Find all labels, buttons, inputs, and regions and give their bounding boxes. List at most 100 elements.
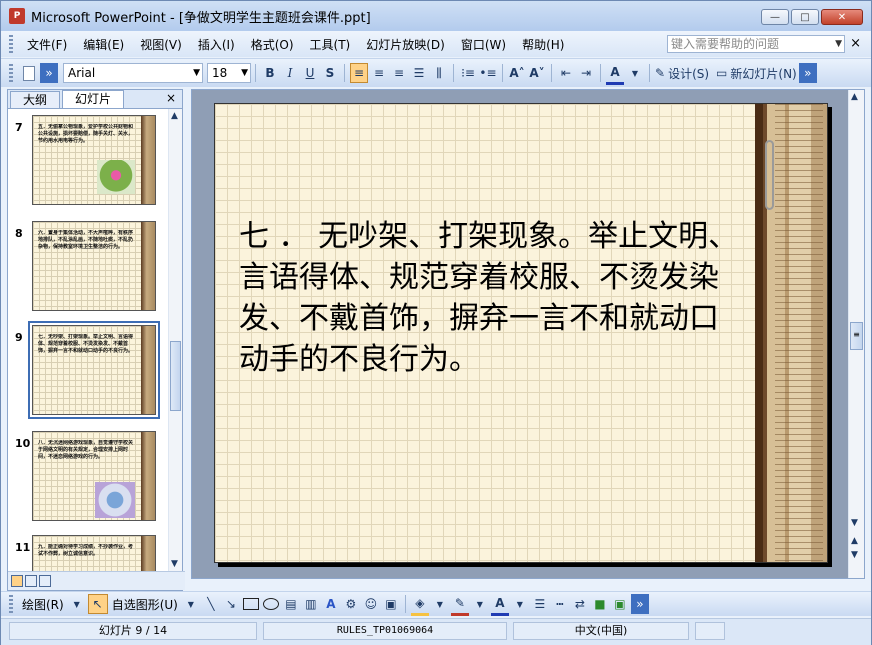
menu-insert[interactable]: 插入(I) (190, 36, 243, 53)
font-name-select[interactable]: Arial ▼ (63, 63, 203, 83)
slide-thumbnail[interactable]: 六．置身于集体活动，不大声喧哗，有秩序地排队，不乱涂乱画，不随地吐痰，不乱扔杂物… (32, 221, 156, 311)
separator (404, 595, 406, 613)
select-pointer-icon[interactable]: ↖ (87, 594, 108, 614)
scrollbar-thumb[interactable]: ≡ (850, 322, 863, 350)
oval-icon[interactable] (262, 594, 280, 614)
decrease-indent-icon[interactable]: ⇤ (557, 63, 575, 83)
menu-file[interactable]: 文件(F) (19, 36, 75, 53)
numbering-icon[interactable]: ⁝≡ (459, 63, 477, 83)
chevron-down-icon[interactable]: ▼ (68, 594, 86, 614)
diagram-icon[interactable]: ⚙ (342, 594, 360, 614)
thumbnail-text: 七．无吵架、打架现象。举止文明、言语得体、规范穿着校服、不烫发染发、不戴首饰，摒… (38, 334, 134, 354)
slide-thumbnail[interactable]: 八．无沉迷网络游戏现象，自觉遵守学校关于网络文明的有关规定，合理安排上网时间，不… (32, 431, 156, 521)
menu-tools[interactable]: 工具(T) (302, 36, 359, 53)
distribute-icon[interactable]: ☰ (410, 63, 428, 83)
menu-slideshow[interactable]: 幻灯片放映(D) (358, 36, 453, 53)
ruler-decoration (141, 326, 155, 414)
design-button[interactable]: ✎ 设计(S) (655, 63, 709, 83)
arrow-style-icon[interactable]: ⇄ (571, 594, 589, 614)
tab-slides[interactable]: 幻灯片 (62, 90, 125, 108)
separator (453, 64, 454, 82)
menu-window[interactable]: 窗口(W) (453, 36, 514, 53)
chevron-down-icon[interactable]: ▼ (182, 594, 200, 614)
picture-icon[interactable]: ▣ (382, 594, 400, 614)
line-icon[interactable]: ╲ (202, 594, 220, 614)
line-style-icon[interactable]: ☰ (531, 594, 549, 614)
italic-button[interactable]: I (281, 63, 299, 83)
thumbnails-scrollbar[interactable]: ▲ ▼ (168, 109, 182, 571)
chevron-down-icon[interactable]: ▼ (471, 594, 489, 614)
arrow-icon[interactable]: ↘ (222, 594, 240, 614)
document-close-button[interactable]: × (850, 36, 861, 51)
font-size-select[interactable]: 18 ▼ (207, 63, 251, 83)
bold-button[interactable]: B (261, 63, 279, 83)
align-center-icon[interactable]: ≡ (370, 63, 388, 83)
line-color-icon[interactable]: ✎ (450, 593, 469, 616)
increase-font-icon[interactable]: A˄ (508, 63, 526, 83)
maximize-button[interactable]: □ (791, 9, 819, 25)
new-slide-button[interactable]: ▭ 新幻灯片(N) (716, 63, 797, 83)
slide-thumbnail[interactable]: 九．能正确对待学习成绩，不抄袭作业，考试不作弊，树立诚信意识。 (32, 535, 156, 571)
next-slide-icon[interactable]: ▼ (851, 550, 858, 560)
align-right-icon[interactable]: ≡ (390, 63, 408, 83)
autoshapes-menu-button[interactable]: 自选图形(U) (112, 596, 178, 613)
vertical-textbox-icon[interactable]: ▥ (302, 594, 320, 614)
scroll-up-icon[interactable]: ▲ (171, 111, 178, 121)
3d-style-icon[interactable]: ▣ (611, 594, 629, 614)
rectangle-icon[interactable] (242, 594, 260, 614)
toolbar-grip (9, 64, 13, 82)
shadow-style-icon[interactable]: ■ (591, 594, 609, 614)
menu-edit[interactable]: 编辑(E) (75, 36, 132, 53)
slide-edit-area: 七 ． 无吵架、打架现象。举止文明、言语得体、规范穿着校服、不烫发染发、不戴首饰… (191, 89, 865, 579)
chevron-down-icon[interactable]: ▼ (835, 36, 842, 52)
slide-thumbnail[interactable]: 五．无偷拿公物现象，爱护学校公共财物和公共设施，损坏要赔偿，随手关灯、关水，节约… (32, 115, 156, 205)
shadow-button[interactable]: S (321, 63, 339, 83)
underline-button[interactable]: U (301, 63, 319, 83)
help-search-input[interactable]: 键入需要帮助的问题 ▼ (667, 35, 845, 53)
slide-scrollbar[interactable]: ▲ ≡ ▼ ▲ ▼ (848, 90, 864, 578)
current-slide[interactable]: 七 ． 无吵架、打架现象。举止文明、言语得体、规范穿着校服、不烫发染发、不戴首饰… (214, 103, 828, 563)
chevron-down-icon[interactable]: ▼ (511, 594, 529, 614)
new-document-icon[interactable] (20, 63, 38, 83)
slideshow-icon[interactable] (39, 575, 51, 587)
font-name-value: Arial (68, 66, 96, 80)
bullets-icon[interactable]: •≡ (479, 63, 497, 83)
dash-style-icon[interactable]: ┅ (551, 594, 569, 614)
chevron-down-icon[interactable]: ▼ (431, 594, 449, 614)
scroll-up-icon[interactable]: ▲ (851, 92, 858, 102)
slide-sorter-icon[interactable] (25, 575, 37, 587)
pane-close-button[interactable]: × (166, 91, 176, 105)
normal-view-icon[interactable] (11, 575, 23, 587)
menu-view[interactable]: 视图(V) (132, 36, 190, 53)
align-left-icon[interactable]: ≡ (350, 63, 368, 83)
font-color-icon[interactable]: A (490, 593, 509, 616)
separator (600, 64, 601, 82)
increase-indent-icon[interactable]: ⇥ (577, 63, 595, 83)
toolbar-options-icon[interactable]: » (630, 594, 649, 614)
textbox-icon[interactable]: ▤ (282, 594, 300, 614)
tech-image (95, 482, 135, 518)
wordart-icon[interactable]: A (322, 594, 340, 614)
minimize-button[interactable]: — (761, 9, 789, 25)
previous-slide-icon[interactable]: ▲ (851, 536, 858, 546)
clipart-icon[interactable]: ☺ (362, 594, 380, 614)
chevron-down-icon[interactable]: ▼ (626, 63, 644, 83)
menu-help[interactable]: 帮助(H) (514, 36, 572, 53)
scrollbar-thumb[interactable] (170, 341, 181, 411)
font-color-icon[interactable]: A (606, 62, 624, 85)
decrease-font-icon[interactable]: A˅ (528, 63, 546, 83)
close-button[interactable]: ✕ (821, 9, 863, 25)
drawing-toolbar: 绘图(R) ▼ ↖ 自选图形(U) ▼ ╲ ↘ ▤ ▥ A ⚙ ☺ ▣ ◈ ▼ … (1, 591, 871, 616)
tab-outline[interactable]: 大纲 (10, 91, 61, 108)
scroll-down-icon[interactable]: ▼ (171, 559, 178, 569)
slide-thumbnail-selected[interactable]: 七．无吵架、打架现象。举止文明、言语得体、规范穿着校服、不烫发染发、不戴首饰，摒… (32, 325, 156, 415)
fill-color-icon[interactable]: ◈ (410, 593, 429, 616)
draw-menu-button[interactable]: 绘图(R) (22, 596, 64, 613)
text-direction-icon[interactable]: ⫼ (430, 63, 448, 83)
slide-number: 8 (15, 227, 23, 240)
toolbar-options-icon[interactable]: » (798, 63, 817, 83)
menu-format[interactable]: 格式(O) (243, 36, 302, 53)
toolbar-options-icon[interactable]: » (40, 63, 58, 83)
scroll-down-icon[interactable]: ▼ (851, 518, 858, 528)
slide-body-text[interactable]: 七 ． 无吵架、打架现象。举止文明、言语得体、规范穿着校服、不烫发染发、不戴首饰… (239, 216, 739, 380)
